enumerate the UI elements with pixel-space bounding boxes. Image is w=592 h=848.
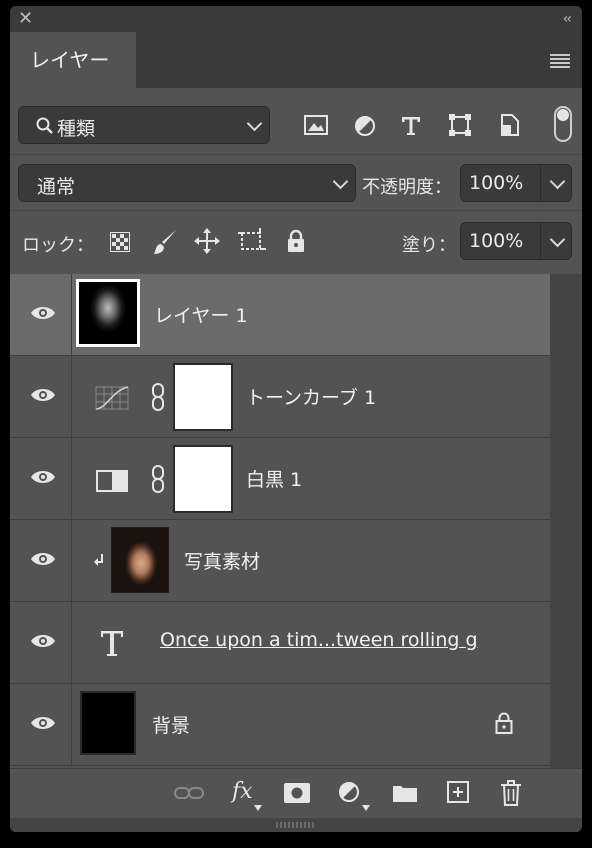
chain-link-icon[interactable] xyxy=(151,383,165,411)
eye-icon[interactable] xyxy=(30,469,56,485)
layer-row[interactable]: 写真素材 xyxy=(10,520,550,602)
panel-footer: fx xyxy=(10,768,582,819)
layer-name[interactable]: Once upon a tim...tween rolling g xyxy=(160,629,478,651)
layer-mask-thumbnail[interactable] xyxy=(173,445,233,513)
layer-row[interactable]: トーンカーブ 1 xyxy=(10,356,550,438)
layer-name[interactable]: 写真素材 xyxy=(184,547,260,574)
search-icon xyxy=(36,117,53,134)
opacity-value: 100% xyxy=(469,172,524,194)
lock-position-icon[interactable] xyxy=(194,228,220,254)
eye-icon[interactable] xyxy=(30,305,56,321)
lock-icon[interactable] xyxy=(495,712,513,734)
clipping-mask-icon xyxy=(94,554,103,566)
layer-mask-thumbnail[interactable] xyxy=(173,363,233,431)
curves-adjustment-icon xyxy=(95,386,129,410)
chevron-down-icon xyxy=(332,173,349,190)
scrollbar-track[interactable] xyxy=(550,274,582,768)
blend-mode-value: 通常 xyxy=(37,176,76,198)
layer-row[interactable]: 背景 xyxy=(10,684,550,766)
opacity-field[interactable]: 100% xyxy=(460,164,572,202)
type-layer-icon xyxy=(101,631,123,656)
eye-icon[interactable] xyxy=(30,715,56,731)
link-layers-icon[interactable] xyxy=(174,786,204,800)
layer-name[interactable]: レイヤー 1 xyxy=(154,301,248,328)
lock-label: ロック： xyxy=(22,235,94,256)
chevron-down-icon xyxy=(246,115,263,132)
eye-icon[interactable] xyxy=(30,633,56,649)
layer-thumbnail xyxy=(76,279,140,347)
smart-object-filter-icon[interactable] xyxy=(498,113,522,137)
opacity-label: 不透明度： xyxy=(362,177,452,198)
eye-icon[interactable] xyxy=(30,551,56,567)
layer-name[interactable]: 背景 xyxy=(152,711,190,738)
fill-label: 塗り： xyxy=(402,235,456,256)
lock-all-icon[interactable] xyxy=(286,229,306,253)
group-folder-icon[interactable] xyxy=(392,783,418,803)
shape-filter-icon[interactable] xyxy=(448,113,472,137)
tab-layers[interactable]: レイヤー xyxy=(10,32,136,88)
fx-icon[interactable]: fx xyxy=(232,779,253,804)
fill-value: 100% xyxy=(469,230,524,252)
filter-kind-select[interactable]: 種類 xyxy=(18,106,270,144)
layers-list: レイヤー 1 トーンカーブ 1 白黒 1 写真素材 Once upon a ti… xyxy=(10,274,550,768)
adjustment-layer-icon[interactable] xyxy=(338,781,362,805)
adjustment-filter-icon[interactable] xyxy=(353,114,377,138)
filter-kind-label: 種類 xyxy=(57,118,96,140)
layer-row[interactable]: レイヤー 1 xyxy=(10,274,550,356)
layer-name[interactable]: 白黒 1 xyxy=(246,465,302,492)
resize-grip[interactable] xyxy=(10,818,582,832)
adjustment-dropdown-icon xyxy=(362,805,370,811)
layer-name[interactable]: トーンカーブ 1 xyxy=(246,383,376,410)
image-filter-icon[interactable] xyxy=(304,114,328,136)
layer-thumbnail xyxy=(80,691,136,755)
filter-toggle[interactable] xyxy=(554,106,572,142)
trash-icon[interactable] xyxy=(500,780,522,806)
layer-row[interactable]: 白黒 1 xyxy=(10,438,550,520)
layers-panel: ✕ ‹‹ レイヤー 種類 通常 不透明度： 100% ロック： 塗り： 100%… xyxy=(10,6,582,832)
chevron-down-icon[interactable] xyxy=(549,231,566,248)
eye-icon[interactable] xyxy=(30,387,56,403)
black-white-adjustment-icon xyxy=(96,470,128,492)
panel-titlebar: ✕ ‹‹ xyxy=(10,6,582,32)
blend-mode-select[interactable]: 通常 xyxy=(18,164,356,202)
chevron-down-icon[interactable] xyxy=(549,173,566,190)
type-filter-icon[interactable] xyxy=(399,113,423,137)
panel-menu-icon[interactable] xyxy=(550,54,570,68)
collapse-icon[interactable]: ‹‹ xyxy=(563,10,572,28)
close-icon[interactable]: ✕ xyxy=(18,9,33,29)
tab-bar: レイヤー xyxy=(10,32,582,88)
layer-thumbnail xyxy=(111,527,169,593)
lock-transparent-icon[interactable] xyxy=(110,232,130,252)
mask-icon[interactable] xyxy=(284,783,310,803)
new-layer-icon[interactable] xyxy=(447,781,469,803)
layer-row[interactable]: Once upon a tim...tween rolling g xyxy=(10,602,550,684)
lock-image-icon[interactable] xyxy=(152,228,178,256)
chain-link-icon[interactable] xyxy=(151,465,165,493)
lock-artboard-icon[interactable] xyxy=(238,228,266,254)
fx-dropdown-icon xyxy=(254,805,262,811)
fill-field[interactable]: 100% xyxy=(460,222,572,260)
